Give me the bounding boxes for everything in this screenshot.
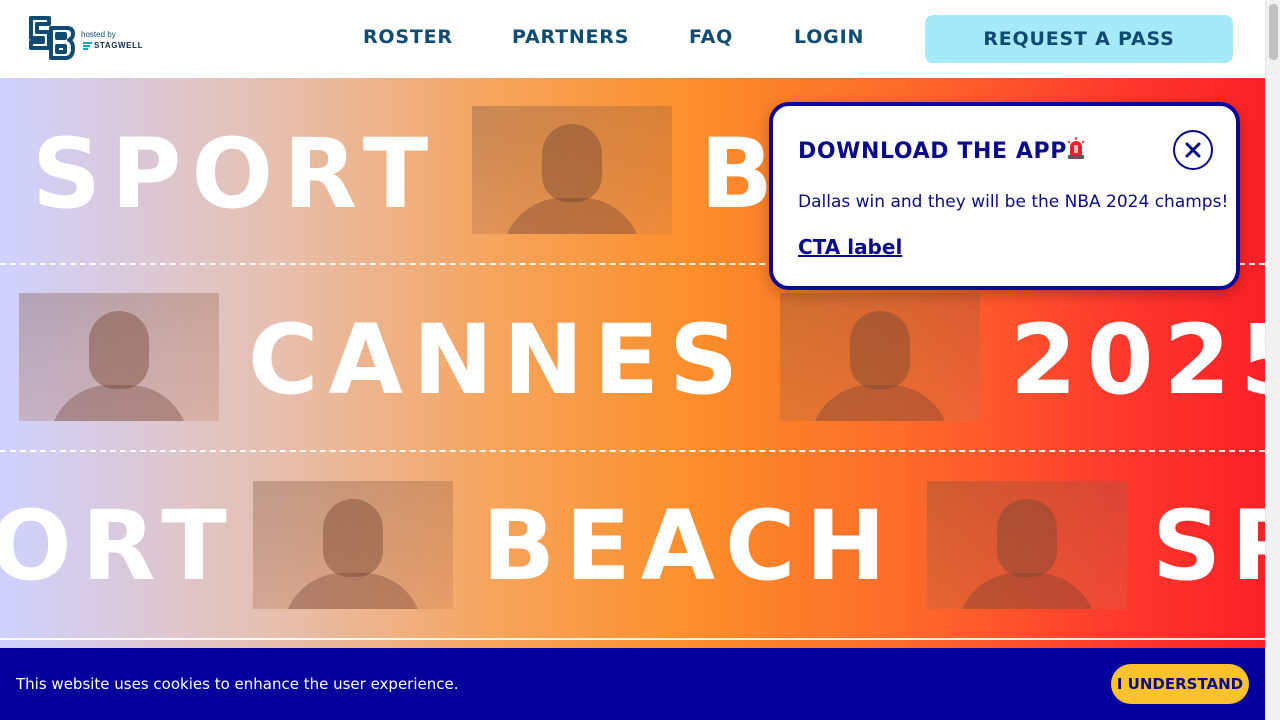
close-icon xyxy=(1185,142,1201,158)
hero-divider xyxy=(0,450,1265,452)
download-app-popup: DOWNLOAD THE APP Dallas win and they wil… xyxy=(769,102,1240,290)
speaker-photo xyxy=(253,481,453,609)
speaker-photo xyxy=(19,293,219,421)
popup-close-button[interactable] xyxy=(1173,130,1213,170)
nav-faq[interactable]: FAQ xyxy=(689,26,733,48)
request-pass-button[interactable]: REQUEST A PASS xyxy=(925,15,1233,63)
hosted-by-label: hosted by xyxy=(81,30,116,39)
hero-word-sport-partial: ORT xyxy=(0,490,237,602)
cookie-banner: This website uses cookies to enhance the… xyxy=(0,648,1265,720)
hero-divider xyxy=(0,638,1265,640)
speaker-photo xyxy=(472,106,672,234)
cookie-message: This website uses cookies to enhance the… xyxy=(16,675,459,693)
hero-word-cannes: CANNES xyxy=(248,304,749,416)
speaker-photo xyxy=(927,481,1127,609)
nav-login[interactable]: LOGIN xyxy=(794,26,864,48)
site-header: hosted by STAGWELL ROSTER PARTNERS FAQ L… xyxy=(0,0,1265,78)
hero-word-sport: SPORT xyxy=(32,118,439,230)
popup-cta-link[interactable]: CTA label xyxy=(798,235,902,259)
site-logo[interactable]: hosted by STAGWELL xyxy=(27,14,147,64)
nav-partners[interactable]: PARTNERS xyxy=(512,26,629,48)
siren-icon xyxy=(1067,137,1085,159)
hero-word-beach: BEACH xyxy=(482,490,896,602)
hero-word-year: 2025 xyxy=(1010,304,1265,416)
stagwell-logo-text: STAGWELL xyxy=(94,41,144,50)
sb-logo-icon xyxy=(29,16,75,60)
popup-title: DOWNLOAD THE APP xyxy=(798,139,1067,164)
speaker-photo xyxy=(780,293,980,421)
hero-word-sport-partial-right: SP xyxy=(1152,490,1265,602)
page-scrollbar[interactable] xyxy=(1265,0,1280,720)
stagwell-logo-icon xyxy=(83,42,92,51)
scrollbar-thumb[interactable] xyxy=(1269,4,1278,60)
popup-message: Dallas win and they will be the NBA 2024… xyxy=(798,192,1229,212)
accept-cookies-button[interactable]: I UNDERSTAND xyxy=(1111,664,1249,704)
nav-roster[interactable]: ROSTER xyxy=(363,26,453,48)
